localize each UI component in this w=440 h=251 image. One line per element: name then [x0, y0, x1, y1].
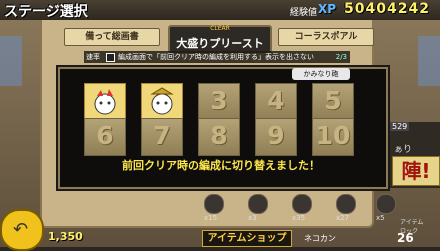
stage-name: 大盛りプリースト	[176, 37, 264, 50]
page-title: ステージ選択	[4, 4, 88, 20]
option-row: 速率 編成画面で「前回クリア時の編成を利用する」表示を出さない 2/3	[84, 51, 350, 63]
item-count: x3	[248, 214, 257, 222]
item-count: x35	[292, 214, 306, 222]
option-checkbox[interactable]	[106, 53, 115, 62]
option-number: 2/3	[335, 53, 347, 61]
slot-number: 10	[315, 121, 351, 150]
cost-value: 1,350	[48, 230, 83, 243]
neko-count: 26	[397, 231, 414, 245]
prev-stage-arrow[interactable]	[0, 36, 22, 86]
lineup-slot[interactable]: 4	[255, 83, 297, 121]
xp-value: 50404242	[344, 1, 430, 17]
neko-label: ネコカン	[304, 234, 336, 243]
item-icon[interactable]	[292, 194, 312, 214]
stage-card-selected[interactable]: CLEAR 大盛りプリースト	[168, 25, 272, 53]
item-icon[interactable]	[248, 194, 268, 214]
slot-number: 4	[267, 86, 285, 115]
attack-button[interactable]: 陣!	[392, 156, 440, 186]
option-text: 編成画面で「前回クリア時の編成を利用する」表示を出さない	[118, 53, 314, 61]
slot-number: 3	[210, 86, 228, 115]
right-panel-label: ぁり	[394, 145, 413, 155]
option-prefix: 速率	[86, 53, 100, 61]
item-bar: x15 x3 x35 x27 x5 アイテムロック	[204, 192, 428, 235]
cat-unit-icon	[94, 89, 116, 115]
lineup-slot[interactable]: 10	[312, 118, 354, 156]
dialog-message: 前回クリア時の編成に切り替えました！	[122, 159, 320, 172]
slot-number: 9	[267, 121, 285, 150]
slot-number: 7	[153, 121, 171, 150]
item-count: x27	[336, 214, 350, 222]
dialog-tag: かみなり砲	[292, 68, 350, 80]
lineup-slot[interactable]: 7	[141, 118, 183, 156]
back-arrow-icon: ↶	[13, 219, 29, 240]
lineup-slot[interactable]: 6	[84, 118, 126, 156]
slot-number: 5	[324, 86, 342, 115]
item-icon[interactable]	[204, 194, 224, 214]
back-button[interactable]: ↶	[0, 209, 44, 251]
item-icon[interactable]	[376, 194, 396, 214]
slot-number: 6	[96, 121, 114, 150]
stage-card-left[interactable]: 備って総画書	[64, 28, 160, 46]
xp-icon: XP	[318, 2, 337, 16]
next-stage-arrow[interactable]	[418, 36, 440, 86]
cat-unit-icon	[150, 87, 174, 115]
lineup-slot[interactable]: 5	[312, 83, 354, 121]
lineup-slot[interactable]: 8	[198, 118, 240, 156]
clear-tag: CLEAR	[210, 25, 230, 32]
right-panel-value: 529	[390, 122, 410, 131]
item-shop-button[interactable]: アイテムショップ	[202, 230, 292, 247]
lineup-slot[interactable]	[141, 83, 183, 121]
stage-card-right[interactable]: コーラスポアル	[278, 28, 374, 46]
top-bar: ステージ選択 経験値 XP 50404242	[0, 0, 440, 20]
item-icon[interactable]	[336, 194, 356, 214]
lineup-slot[interactable]	[84, 83, 126, 121]
lineup-slot[interactable]: 9	[255, 118, 297, 156]
slot-number: 8	[210, 121, 228, 150]
item-count: x15	[204, 214, 218, 222]
lineup-slot[interactable]: 3	[198, 83, 240, 121]
xp-label: 経験値	[290, 8, 318, 18]
item-count: x5	[376, 214, 385, 222]
right-panel: 529 ぁり 陣!	[386, 122, 440, 188]
